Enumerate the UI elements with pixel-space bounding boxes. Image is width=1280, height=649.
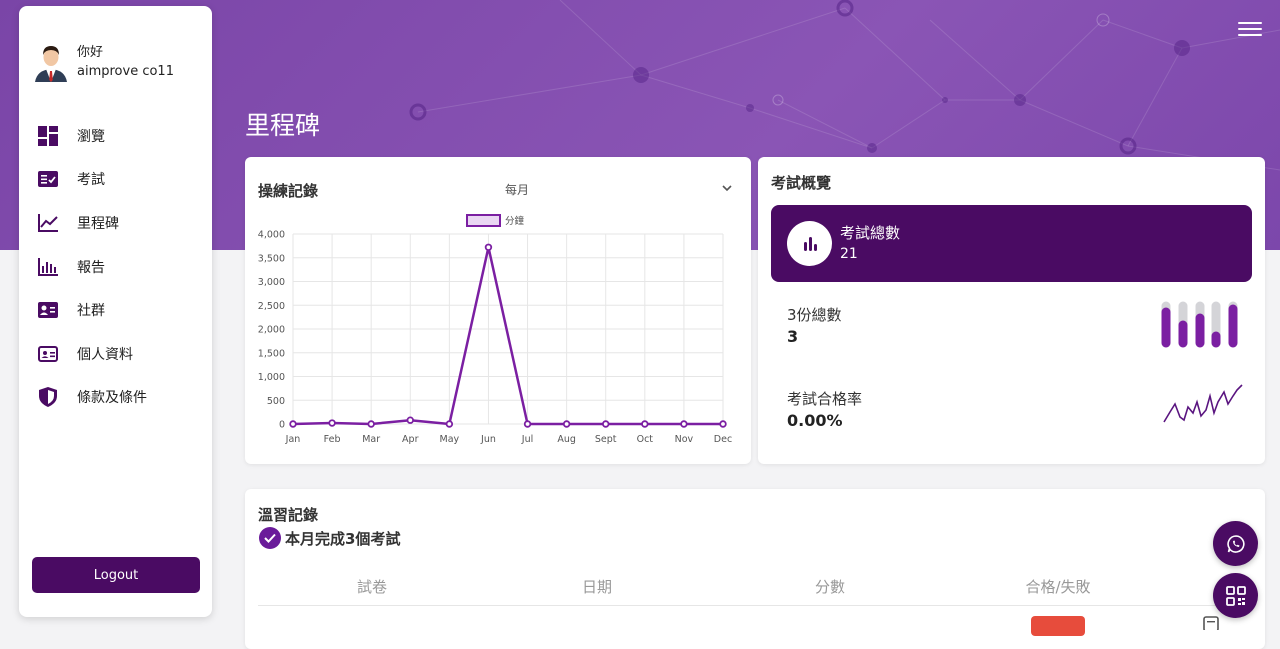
data-point — [680, 420, 688, 428]
overview-title: 考試概覽 — [771, 174, 832, 192]
x-tick-label: Aug — [557, 434, 576, 445]
user-name: aimprove co11 — [77, 64, 174, 79]
user-profile: 你好 aimprove co11 — [33, 42, 174, 82]
sidebar-item-label: 社群 — [77, 303, 105, 320]
sidebar-item-terms[interactable]: 條款及條件 — [37, 376, 207, 420]
logout-button[interactable]: Logout — [32, 557, 200, 593]
data-point — [328, 419, 336, 427]
y-tick-label: 2,000 — [258, 325, 285, 336]
greeting: 你好 — [77, 45, 104, 60]
shield-icon — [37, 386, 59, 408]
sidebar-nav: 瀏覽 考試 里程碑 報告 社群 個人資料 條款及條件 — [37, 114, 207, 419]
sidebar-item-profile[interactable]: 個人資料 — [37, 332, 207, 376]
column-header-paper[interactable]: 試卷 — [332, 576, 412, 597]
summary-text: 本月完成3個考試 — [285, 529, 401, 548]
y-tick-label: 3,000 — [258, 277, 285, 288]
y-tick-label: 1,500 — [258, 348, 285, 359]
sidebar-item-label: 里程碑 — [77, 215, 119, 232]
data-point — [641, 420, 649, 428]
data-point — [367, 420, 375, 428]
column-header-date[interactable]: 日期 — [557, 576, 637, 597]
mini-bar-sparkline — [1161, 301, 1238, 348]
data-point — [523, 420, 532, 428]
sidebar-item-exam[interactable]: 考試 — [37, 158, 207, 202]
review-title: 溫習記錄 — [258, 506, 319, 524]
sidebar-item-community[interactable]: 社群 — [37, 288, 207, 332]
pass-rate-value: 0.00% — [787, 411, 843, 430]
data-point — [484, 243, 493, 251]
avatar — [35, 46, 67, 82]
data-point — [445, 420, 454, 428]
sidebar-item-label: 個人資料 — [77, 346, 133, 363]
exam-overview-card: 考試概覽 考試總數 21 3份總數 3 考試合格率 0.00% — [758, 157, 1265, 464]
y-tick-label: 2,500 — [258, 301, 285, 312]
x-tick-label: Jan — [285, 434, 301, 445]
sidebar-item-label: 報告 — [77, 259, 105, 276]
y-tick-label: 3,500 — [258, 253, 285, 264]
total-exams-label: 考試總數 — [840, 224, 901, 242]
id-card-icon — [37, 299, 59, 321]
data-point — [602, 420, 610, 428]
whatsapp-button[interactable] — [1213, 521, 1258, 566]
exam-icon — [37, 168, 59, 190]
total-exams-box: 考試總數 21 — [771, 205, 1252, 282]
sidebar-item-browse[interactable]: 瀏覽 — [37, 114, 207, 158]
monthly-summary: 本月完成3個考試 — [259, 527, 400, 549]
y-tick-label: 1,000 — [258, 372, 285, 383]
bar-chart-icon — [37, 256, 59, 278]
data-point — [289, 420, 297, 428]
sidebar-item-label: 瀏覽 — [77, 128, 105, 145]
x-tick-label: Feb — [324, 434, 341, 445]
column-header-result[interactable]: 合格/失敗 — [1008, 576, 1108, 597]
pass-rate-label: 考試合格率 — [787, 390, 863, 408]
legend-swatch — [466, 214, 501, 227]
qr-code-icon — [1225, 585, 1246, 606]
mini-line-sparkline — [1163, 384, 1243, 423]
series-line — [292, 246, 723, 426]
legend-label: 分鐘 — [505, 215, 525, 227]
review-record-card: 溫習記錄 本月完成3個考試 試卷 日期 分數 合格/失敗 — [245, 489, 1265, 649]
column-header-score[interactable]: 分數 — [790, 576, 870, 597]
x-tick-label: Oct — [637, 434, 654, 445]
data-point — [719, 420, 727, 428]
three-total-value: 3 — [787, 327, 799, 346]
y-tick-label: 4,000 — [258, 230, 285, 241]
x-tick-label: Jul — [521, 434, 533, 445]
page-title: 里程碑 — [245, 111, 321, 140]
qr-code-button[interactable] — [1213, 573, 1258, 618]
x-tick-label: Nov — [675, 434, 694, 445]
menu-icon[interactable] — [1238, 18, 1262, 38]
y-tick-label: 500 — [267, 396, 285, 407]
y-tick-label: 0 — [279, 420, 285, 431]
x-tick-label: Mar — [362, 434, 380, 445]
document-icon[interactable] — [1203, 616, 1219, 630]
practice-line-chart: 0 500 1,000 1,500 2,000 2,500 3,000 3,500 4,000 J… — [258, 214, 732, 445]
x-tick-label: Jun — [480, 434, 496, 445]
x-tick-label: Sept — [595, 434, 617, 445]
line-chart-icon — [37, 212, 59, 234]
sidebar-item-milestone[interactable]: 里程碑 — [37, 201, 207, 245]
check-circle-icon — [259, 527, 281, 549]
sidebar-item-report[interactable]: 報告 — [37, 245, 207, 289]
data-point — [406, 416, 414, 424]
x-tick-label: Dec — [714, 434, 732, 445]
data-point — [562, 420, 571, 428]
sidebar: 你好 aimprove co11 瀏覽 考試 里程碑 報告 社群 個人資料 條款… — [19, 6, 212, 617]
x-tick-label: Apr — [402, 434, 419, 445]
total-exams-value: 21 — [840, 246, 858, 262]
table-divider — [258, 605, 1252, 606]
practice-record-card: 操練記錄 每月 0 500 1,000 1,500 2,000 2,500 3,000 3,5… — [245, 157, 751, 464]
sidebar-item-label: 考試 — [77, 172, 105, 189]
dashboard-icon — [37, 125, 59, 147]
status-badge — [1031, 616, 1085, 636]
x-tick-label: May — [440, 434, 460, 445]
profile-card-icon — [37, 343, 59, 365]
bar-chart-icon — [787, 221, 832, 266]
three-total-label: 3份總數 — [787, 306, 842, 324]
whatsapp-icon — [1226, 534, 1245, 553]
sidebar-item-label: 條款及條件 — [77, 390, 147, 407]
